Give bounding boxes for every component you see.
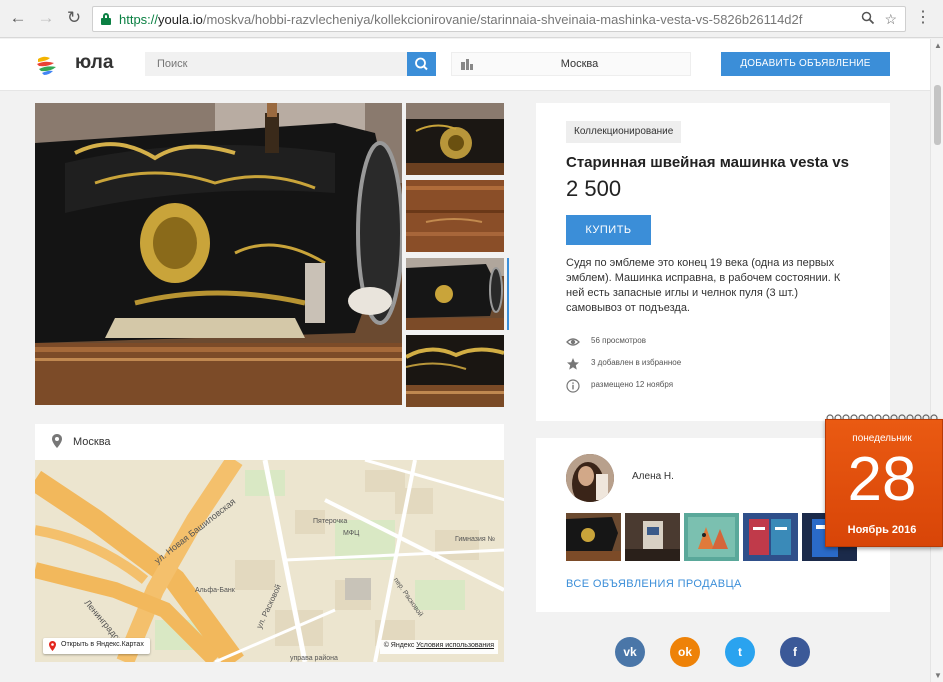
views-count: 56 просмотров [591,336,646,345]
location-card: Москва ул. Новая Башиловская ул. Расково… [35,424,504,662]
seller-listing-thumb[interactable] [566,513,621,561]
location-city: Москва [73,436,111,448]
map-copyright: © Яндекс Условия использования [379,640,498,654]
location-pin-icon [52,434,62,448]
search-button[interactable] [407,52,436,76]
reload-icon[interactable]: ↻ [64,8,84,28]
browser-toolbar: ← → ↻ https://youla.io/moskva/hobbi-razv… [0,0,943,38]
odnoklassniki-share-icon[interactable]: ok [670,637,700,667]
map-terms-link[interactable]: Условия использования [416,642,494,649]
calendar-page: понедельник 28 Ноябрь 2016 [825,419,943,547]
seller-avatar[interactable] [566,454,614,502]
search-icon [415,57,428,71]
vk-share-icon[interactable]: vk [615,637,645,667]
yandex-copyright: © Яндекс [383,642,415,649]
calendar-weekday: понедельник [852,433,912,444]
map-label-poi: управа района [290,655,338,662]
scroll-thumb[interactable] [934,85,941,145]
yandex-pin-icon [49,641,56,651]
listing-info-card: Коллекционирование Старинная швейная маш… [536,103,890,421]
map-label-poi: Альфа-Банк [195,587,235,594]
forward-arrow-icon[interactable]: → [36,8,56,28]
star-icon [567,358,579,370]
site-header: юла Москва ДОБАВИТЬ ОБЪЯВЛЕНИЕ [0,39,930,91]
info-icon [566,379,580,393]
category-badge[interactable]: Коллекционирование [566,121,682,143]
address-url[interactable]: https://youla.io/moskva/hobbi-razvlechen… [119,12,849,27]
listing-description: Судя по эмблеме это конец 19 века (одна … [566,257,841,314]
thumbnail-selection-indicator [507,258,509,330]
listing-price: 2 500 [566,176,622,201]
facebook-label: f [793,645,797,659]
vk-label: vk [623,645,637,659]
browser-menu-icon[interactable]: ⋮ [915,8,931,28]
lock-icon [101,13,111,25]
youla-logo-icon[interactable] [36,53,58,75]
city-selector[interactable]: Москва [451,52,691,76]
page-scrollbar[interactable]: ▲ ▼ [930,39,943,682]
open-in-yandex-maps-button[interactable]: Открыть в Яндекс.Картах [43,638,150,654]
thumbnail-2[interactable] [406,180,504,252]
thumbnail-4[interactable] [406,335,504,407]
all-seller-listings-link[interactable]: ВСЕ ОБЪЯВЛЕНИЯ ПРОДАВЦА [566,578,742,590]
seller-listing-thumb[interactable] [743,513,798,561]
logo-text[interactable]: юла [75,52,113,74]
scroll-down-arrow-icon[interactable]: ▼ [934,671,942,680]
main-product-photo[interactable] [35,103,402,405]
open-in-yandex-maps-label: Открыть в Яндекс.Картах [61,641,144,648]
posted-date: размещено 12 ноября [591,380,674,389]
twitter-share-icon[interactable]: t [725,637,755,667]
thumbnail-1[interactable] [406,103,504,175]
location-map[interactable]: ул. Новая Башиловская ул. Расковой пер. … [35,460,504,662]
map-label-poi: Пятерочка [313,518,348,525]
zoom-icon[interactable] [861,11,875,28]
address-bar[interactable]: https://youla.io/moskva/hobbi-razvlechen… [92,6,906,32]
thumbnail-3-selected[interactable] [406,258,504,330]
calendar-widget: понедельник 28 Ноябрь 2016 [825,413,943,547]
map-label-poi: МФЦ [343,530,360,537]
back-arrow-icon[interactable]: ← [8,8,28,28]
calendar-month-year: Ноябрь 2016 [847,524,917,536]
search-input[interactable] [145,52,407,76]
favorites-count: 3 добавлен в избранное [591,358,682,367]
seller-listing-thumb[interactable] [684,513,739,561]
scroll-up-arrow-icon[interactable]: ▲ [934,41,942,50]
map-label-poi: Гимназия № [455,536,496,543]
add-listing-button[interactable]: ДОБАВИТЬ ОБЪЯВЛЕНИЕ [721,52,890,76]
listing-title: Старинная швейная машинка vesta vs [566,154,849,171]
eye-icon [566,338,580,346]
twitter-label: t [738,645,742,659]
ok-label: ok [677,645,692,659]
calendar-day: 28 [847,445,917,514]
seller-name[interactable]: Алена Н. [632,471,674,482]
location-row: Москва [35,424,504,459]
buy-button[interactable]: КУПИТЬ [566,215,651,245]
seller-listing-thumb[interactable] [625,513,680,561]
bookmark-star-icon[interactable]: ☆ [884,11,897,28]
facebook-share-icon[interactable]: f [780,637,810,667]
city-name: Москва [560,58,599,70]
